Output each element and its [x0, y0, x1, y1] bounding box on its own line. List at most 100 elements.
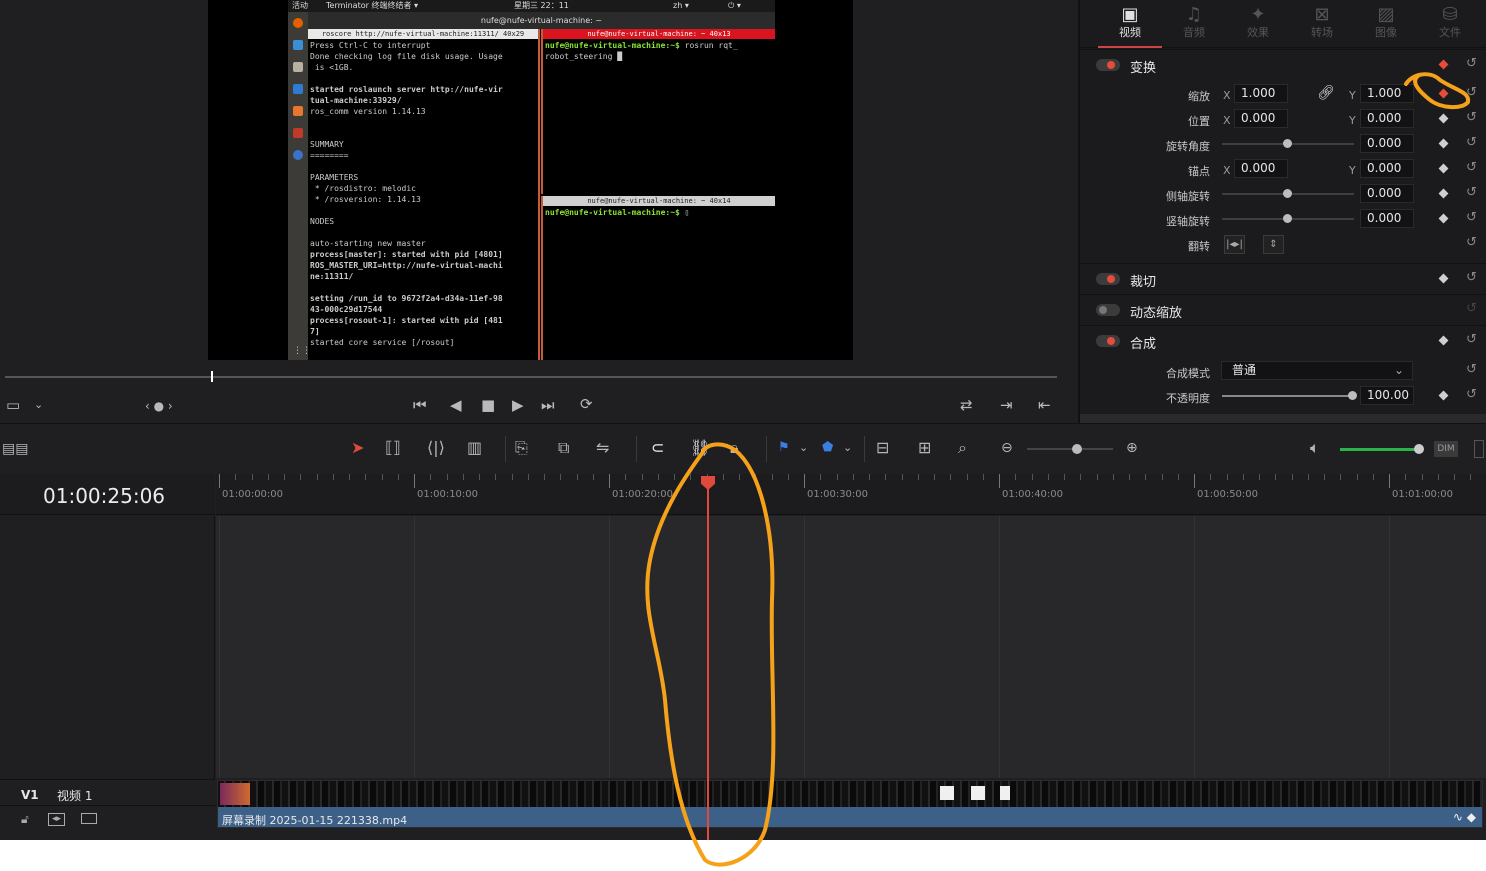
- track-name[interactable]: 视频 1: [57, 787, 92, 804]
- tab-audio[interactable]: ♫ 音频: [1162, 4, 1226, 48]
- crop-toggle[interactable]: [1096, 273, 1120, 285]
- reset-icon[interactable]: ↺: [1466, 161, 1477, 175]
- prev-edit-icon[interactable]: ⇤: [1038, 397, 1051, 413]
- transform-section-header[interactable]: 变换 ↺: [1080, 49, 1486, 79]
- play-icon[interactable]: ▶: [512, 397, 524, 413]
- timeline-playhead[interactable]: [707, 487, 709, 840]
- clip-curve-keyframe-icons[interactable]: ∿ ◆: [1453, 810, 1476, 824]
- keyframe-icon[interactable]: [1438, 335, 1449, 346]
- marker-icon[interactable]: ⬟: [822, 438, 833, 458]
- replace-clip-icon[interactable]: ⇋: [596, 438, 609, 458]
- dynamic-zoom-toggle[interactable]: [1096, 304, 1120, 316]
- clip-nav-dots[interactable]: ‹ ● ›: [145, 398, 173, 414]
- insert-clip-icon[interactable]: ⎘: [515, 438, 528, 458]
- keyframe-icon[interactable]: [1438, 59, 1449, 70]
- track-visible-icon[interactable]: [81, 813, 97, 824]
- timeline-track-area[interactable]: [216, 516, 1486, 778]
- chevron-down-icon[interactable]: ⌄: [34, 397, 43, 413]
- tab-image[interactable]: ▨ 图像: [1354, 4, 1418, 48]
- volume-slider-knob[interactable]: [1414, 444, 1424, 454]
- step-back-icon[interactable]: ◀: [450, 397, 462, 413]
- reset-icon[interactable]: ↺: [1466, 186, 1477, 200]
- chevron-down-icon[interactable]: ⌄: [799, 438, 808, 458]
- zoom-custom-icon[interactable]: ⌕: [958, 438, 967, 458]
- match-frame-icon[interactable]: ⇄: [960, 397, 973, 413]
- selection-tool-icon[interactable]: ➤: [351, 438, 364, 458]
- reset-icon[interactable]: ↺: [1466, 388, 1477, 402]
- rotation-field[interactable]: 0.000: [1360, 134, 1414, 153]
- zoom-x-field[interactable]: 1.000: [1234, 84, 1288, 103]
- flip-horizontal-icon[interactable]: |◂▸|: [1224, 235, 1245, 254]
- tab-effects[interactable]: ✦ 效果: [1226, 4, 1290, 48]
- volume-icon[interactable]: 🔈︎: [1310, 438, 1320, 458]
- reset-icon[interactable]: ↺: [1466, 333, 1477, 347]
- composite-section-header[interactable]: 合成 ↺: [1080, 325, 1486, 355]
- tab-transition[interactable]: ⊠ 转场: [1290, 4, 1354, 48]
- tab-file[interactable]: ⛁ 文件: [1418, 4, 1482, 48]
- reset-icon[interactable]: ↺: [1466, 302, 1477, 316]
- terminal-roscore[interactable]: roscore http://nufe-virtual-machine:1131…: [308, 29, 540, 360]
- position-lock-icon[interactable]: 🔒︎: [730, 438, 739, 458]
- zoom-detail-icon[interactable]: ⊞: [918, 438, 931, 458]
- next-edit-icon[interactable]: ⇥: [1000, 397, 1013, 413]
- blade-tool-icon[interactable]: ▥: [467, 438, 482, 458]
- opacity-field[interactable]: 100.00: [1360, 386, 1414, 405]
- keyframe-icon[interactable]: [1438, 88, 1449, 99]
- reset-icon[interactable]: ↺: [1466, 136, 1477, 150]
- dynamic-trim-icon[interactable]: ⟨|⟩: [427, 438, 445, 458]
- composite-toggle[interactable]: [1096, 335, 1120, 347]
- tab-video[interactable]: ▣ 视频: [1098, 4, 1162, 48]
- keyframe-icon[interactable]: [1438, 138, 1449, 149]
- go-to-end-icon[interactable]: ⏭: [541, 397, 555, 413]
- position-y-field[interactable]: 0.000: [1360, 109, 1414, 128]
- pitch-field[interactable]: 0.000: [1360, 184, 1414, 203]
- zoom-in-icon[interactable]: ⊕: [1126, 438, 1138, 458]
- crop-section-header[interactable]: 裁切 ↺: [1080, 263, 1486, 293]
- loop-icon[interactable]: ⟳: [580, 396, 593, 412]
- flag-icon[interactable]: ⚑: [778, 438, 790, 458]
- video-frame[interactable]: 活动 Terminator 终端终结者 ▾ 星期三 22：11 zh ▾ ⏻ ▾…: [208, 0, 853, 360]
- keyframe-icon[interactable]: [1438, 188, 1449, 199]
- timeline-view-options-icon[interactable]: ▤▤: [2, 439, 28, 459]
- keyframe-icon[interactable]: [1438, 113, 1449, 124]
- terminal-rqt[interactable]: nufe@nufe-virtual-machine: ~ 40x13 nufe@…: [541, 29, 775, 194]
- reset-icon[interactable]: ↺: [1466, 271, 1477, 285]
- timeline-timecode[interactable]: 01:00:25:06: [43, 484, 165, 508]
- reset-icon[interactable]: ↺: [1466, 236, 1477, 250]
- scrubber-playhead[interactable]: [211, 371, 213, 382]
- transform-toggle[interactable]: [1096, 59, 1120, 71]
- trim-tool-icon[interactable]: ⟦⟧: [385, 438, 401, 458]
- video-clip[interactable]: 屏幕录制 2025-01-15 221338.mp4 ∿ ◆: [217, 780, 1483, 828]
- reset-icon[interactable]: ↺: [1466, 363, 1477, 377]
- yaw-field[interactable]: 0.000: [1360, 209, 1414, 228]
- viewer-size-icon[interactable]: ▭: [6, 397, 20, 413]
- yaw-slider-knob[interactable]: [1283, 214, 1292, 223]
- reset-icon[interactable]: ↺: [1466, 86, 1477, 100]
- zoom-full-icon[interactable]: ⊟: [876, 438, 889, 458]
- flip-vertical-icon[interactable]: ⇕: [1263, 235, 1284, 254]
- keyframe-icon[interactable]: [1438, 213, 1449, 224]
- go-to-start-icon[interactable]: ⏮: [413, 397, 427, 413]
- opacity-slider-knob[interactable]: [1348, 391, 1357, 400]
- zoom-out-icon[interactable]: ⊖: [1001, 438, 1013, 458]
- pitch-slider-knob[interactable]: [1283, 189, 1292, 198]
- timeline-ruler[interactable]: 01:00:00:00 01:00:10:00 01:00:20:00 01:00:3…: [216, 474, 1486, 515]
- overwrite-clip-icon[interactable]: ⧉: [558, 438, 569, 458]
- dynamic-zoom-section-header[interactable]: 动态缩放 ↺: [1080, 294, 1486, 324]
- terminal-empty[interactable]: nufe@nufe-virtual-machine: ~ 40x14 nufe@…: [541, 196, 775, 360]
- anchor-x-field[interactable]: 0.000: [1234, 159, 1288, 178]
- meter-icon[interactable]: [1474, 440, 1484, 458]
- rotation-slider-knob[interactable]: [1283, 139, 1292, 148]
- keyframe-icon[interactable]: [1438, 273, 1449, 284]
- viewer-scrubber[interactable]: [5, 376, 1057, 378]
- keyframe-icon[interactable]: [1438, 163, 1449, 174]
- stop-icon[interactable]: ■: [481, 397, 495, 413]
- reset-icon[interactable]: ↺: [1466, 111, 1477, 125]
- snapping-icon[interactable]: ⊂: [651, 438, 664, 458]
- zoom-slider[interactable]: [1027, 448, 1113, 450]
- volume-slider[interactable]: [1340, 448, 1420, 451]
- reset-icon[interactable]: ↺: [1466, 211, 1477, 225]
- opacity-slider[interactable]: [1222, 395, 1354, 397]
- zoom-slider-knob[interactable]: [1072, 444, 1082, 454]
- linked-selection-icon[interactable]: ⛓: [690, 438, 710, 458]
